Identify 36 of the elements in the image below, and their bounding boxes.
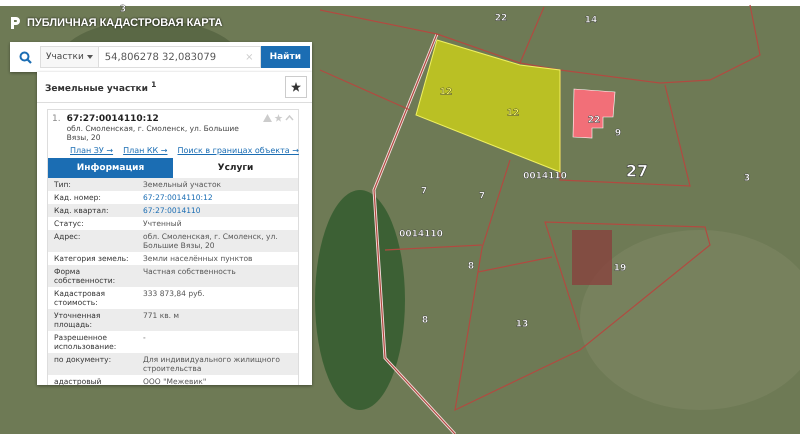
tab[interactable]: Информация — [48, 158, 173, 178]
cadastral-number[interactable]: 67:27:0014110:12 — [66, 114, 257, 124]
parcel-number: 19 — [614, 263, 626, 274]
search-field[interactable]: 54,806278 32,083079 × — [98, 46, 261, 68]
parcel-number: 22 — [494, 13, 508, 24]
parcel-number: 7 — [478, 191, 486, 202]
star-icon[interactable] — [274, 114, 283, 122]
parcel-number: 14 — [584, 15, 598, 26]
parcel-number: 3 — [120, 4, 126, 14]
results-heading: Земельные участки $^{1}$ — [45, 80, 156, 94]
caret-icon[interactable] — [86, 55, 93, 59]
parcel-number: 13 — [516, 319, 528, 330]
search-button[interactable]: Найти — [260, 46, 310, 68]
selected-parcel[interactable] — [415, 39, 560, 173]
parcel-number: 8 — [422, 315, 428, 326]
plan-link[interactable]: План КК → — [123, 146, 168, 155]
parcel-number: 12 — [506, 108, 520, 118]
search-icon[interactable] — [18, 50, 32, 64]
parcel-number: 22 — [588, 115, 600, 126]
parcel-number: 27 — [626, 161, 648, 180]
plan-link[interactable]: План ЗУ → — [70, 146, 114, 155]
parcel-number: 9 — [614, 128, 622, 138]
favorite-button[interactable] — [285, 76, 307, 98]
parcel-number: 0014110 — [523, 171, 567, 182]
parcel-number: 3 — [744, 173, 750, 184]
category-dropdown[interactable]: Участки — [40, 46, 99, 68]
parcel-number: 8 — [468, 261, 474, 272]
star-icon[interactable] — [291, 82, 301, 92]
parcel-number: 7 — [420, 186, 428, 196]
plan-link[interactable]: Поиск в границах объекта → — [177, 146, 299, 155]
parcel-number: 12 — [440, 87, 452, 98]
logo-icon — [10, 16, 21, 30]
building-outline[interactable] — [572, 88, 616, 138]
parcel-number: 0014110 — [399, 229, 443, 240]
item-number: 1. — [52, 114, 61, 126]
app-title: ПУБЛИЧНАЯ КАДАСТРОВАЯ КАРТА — [27, 17, 222, 29]
